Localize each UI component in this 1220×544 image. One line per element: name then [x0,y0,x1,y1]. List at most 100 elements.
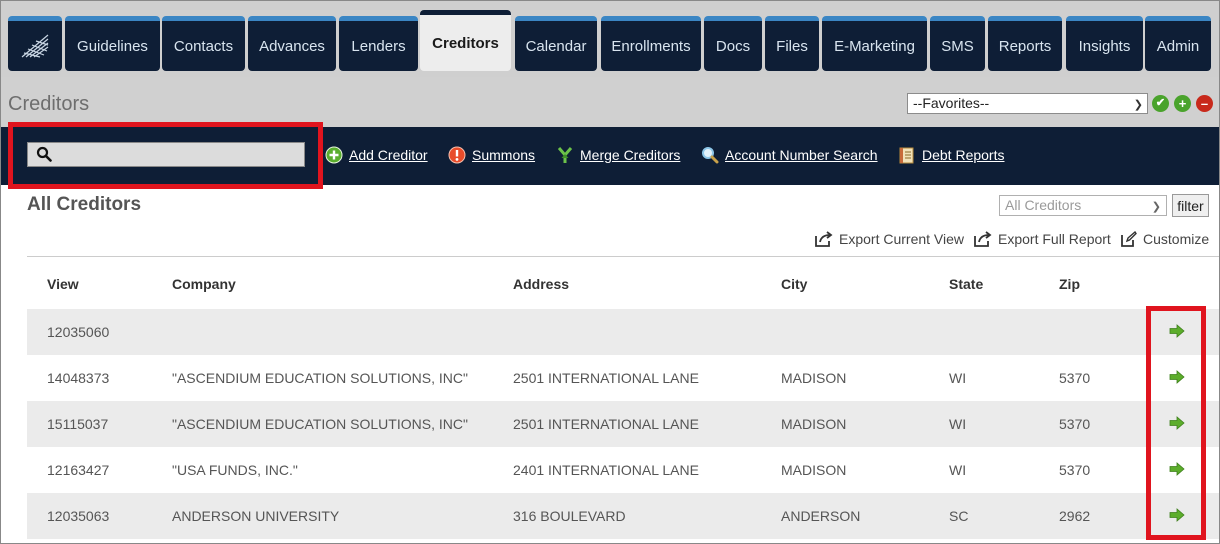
cell-address: 2501 INTERNATIONAL LANE [513,416,699,432]
table-body: 12035060 14048373 "ASCENDIUM EDUCATION SOL… [27,309,1219,539]
table-row: 15115037 "ASCENDIUM EDUCATION SOLUTIONS, … [27,401,1219,447]
confirm-favorite-button[interactable]: ✔ [1152,95,1169,112]
add-creditor-label: Add Creditor [349,147,428,163]
app-window: Guidelines Contacts Advances Lenders Credito… [0,0,1220,544]
creditor-filter-dropdown[interactable]: All Creditors ❯ [999,195,1167,216]
favorites-value: --Favorites-- [913,95,990,111]
nav-tab-sms[interactable]: SMS [930,16,985,71]
home-logo-tab[interactable] [8,16,62,71]
section-title: All Creditors [27,194,142,215]
nav-tab-e-marketing[interactable]: E-Marketing [822,16,927,71]
remove-favorite-button[interactable]: – [1196,95,1213,112]
cell-company: "ASCENDIUM EDUCATION SOLUTIONS, INC" [172,416,468,432]
table-row: 12035060 [27,309,1219,355]
report-book-icon [898,146,916,164]
cell-company: ANDERSON UNIVERSITY [172,508,340,524]
cell-city: MADISON [781,462,847,478]
plus-icon: + [1178,96,1187,111]
nav-tab-files[interactable]: Files [765,16,819,71]
edit-icon [1121,231,1137,247]
check-icon: ✔ [1155,97,1166,109]
cell-city: MADISON [781,416,847,432]
cell-zip: 5370 [1059,416,1091,432]
cell-view: 12163427 [47,462,110,478]
cell-address: 2501 INTERNATIONAL LANE [513,370,699,386]
alert-icon [448,146,466,164]
add-circle-icon [325,146,343,164]
page-title: Creditors [8,93,90,115]
summons-label: Summons [472,147,536,163]
magnifier-icon [701,146,719,164]
view-arrow-icon[interactable] [1169,508,1185,522]
column-header-view[interactable]: View [47,276,79,292]
cell-city: ANDERSON [781,508,861,524]
minus-icon: – [1200,96,1209,111]
creditor-toolbar: Add Creditor Summons Merge Creditors Acc… [1,127,1219,185]
debt-reports-label: Debt Reports [922,147,1005,163]
cell-address: 2401 INTERNATIONAL LANE [513,462,699,478]
account-number-search-link[interactable]: Account Number Search [701,146,878,164]
column-header-zip[interactable]: Zip [1059,276,1080,292]
favorites-dropdown[interactable]: --Favorites-- ❯ [907,93,1148,114]
export-current-view-link[interactable]: Export Current View [815,231,964,247]
chevron-down-icon: ❯ [1151,201,1161,213]
cell-address: 316 BOULEVARD [513,508,626,524]
search-input[interactable] [58,145,298,164]
nav-tab-reports[interactable]: Reports [988,16,1062,71]
content-panel: All Creditors All Creditors ❯ filter Exp… [1,185,1219,543]
cell-view: 12035060 [47,324,110,340]
chevron-down-icon: ❯ [1133,99,1143,111]
cell-company: "USA FUNDS, INC." [172,462,298,478]
table-header: View Company Address City State Zip [27,256,1219,309]
cell-state: SC [949,508,969,524]
cell-view: 15115037 [47,416,109,432]
add-favorite-button[interactable]: + [1174,95,1191,112]
summons-link[interactable]: Summons [448,146,535,164]
cell-state: WI [949,462,967,478]
nav-tab-advances[interactable]: Advances [248,16,336,71]
customize-label: Customize [1143,231,1210,247]
customize-link[interactable]: Customize [1121,231,1209,247]
view-arrow-icon[interactable] [1169,370,1185,384]
view-arrow-icon[interactable] [1169,462,1185,476]
nav-tab-lenders[interactable]: Lenders [339,16,418,71]
add-creditor-link[interactable]: Add Creditor [325,146,428,164]
nav-tab-enrollments[interactable]: Enrollments [601,16,701,71]
column-header-city[interactable]: City [781,276,807,292]
column-header-company[interactable]: Company [172,276,236,292]
top-nav: Guidelines Contacts Advances Lenders Credito… [1,1,1219,77]
nav-tab-guidelines[interactable]: Guidelines [65,16,160,71]
table-row: 12163427 "USA FUNDS, INC." 2401 INTERNATIO… [27,447,1219,493]
filter-button[interactable]: filter [1172,194,1209,217]
nav-tab-docs[interactable]: Docs [704,16,762,71]
column-header-state[interactable]: State [949,276,983,292]
creditors-table: View Company Address City State Zip 1203… [27,256,1219,539]
view-arrow-icon[interactable] [1169,324,1185,338]
nav-tab-insights[interactable]: Insights [1066,16,1143,71]
nav-tab-contacts[interactable]: Contacts [162,16,245,71]
filter-value: All Creditors [1005,197,1082,213]
nav-tab-admin[interactable]: Admin [1145,16,1211,71]
cell-state: WI [949,416,967,432]
nav-tab-creditors[interactable]: Creditors [420,10,511,71]
nav-tab-calendar[interactable]: Calendar [515,16,597,71]
merge-icon [556,146,574,164]
column-header-address[interactable]: Address [513,276,569,292]
logo-icon [21,34,49,58]
merge-creditors-link[interactable]: Merge Creditors [556,146,680,164]
view-arrow-icon[interactable] [1169,416,1185,430]
search-icon [36,146,52,162]
cell-city: MADISON [781,370,847,386]
cell-zip: 5370 [1059,462,1091,478]
debt-reports-link[interactable]: Debt Reports [898,146,1004,164]
cell-zip: 2962 [1059,508,1091,524]
cell-zip: 5370 [1059,370,1091,386]
table-row: 14048373 "ASCENDIUM EDUCATION SOLUTIONS, … [27,355,1219,401]
export-full-report-link[interactable]: Export Full Report [974,231,1111,247]
cell-view: 14048373 [47,370,110,386]
merge-creditors-label: Merge Creditors [580,147,681,163]
table-row: 12035063 ANDERSON UNIVERSITY 316 BOULEVARD… [27,493,1219,539]
export-icon [815,231,833,247]
export-full-report-label: Export Full Report [998,231,1111,247]
cell-company: "ASCENDIUM EDUCATION SOLUTIONS, INC" [172,370,468,386]
